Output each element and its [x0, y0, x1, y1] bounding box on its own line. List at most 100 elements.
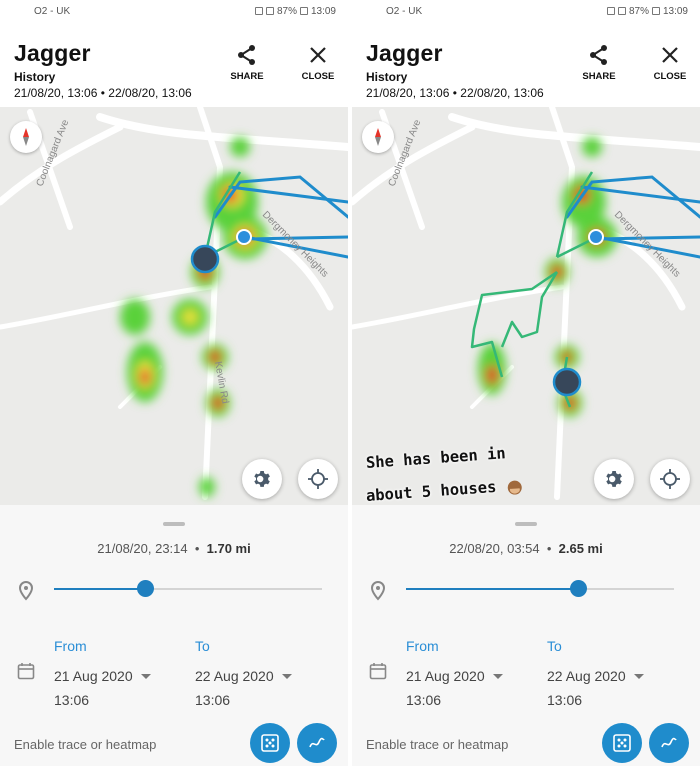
monkey-emoji-icon: [507, 480, 522, 495]
to-label: To: [547, 638, 562, 654]
enable-trace-heatmap-text: Enable trace or heatmap: [14, 737, 157, 752]
timestamp: 21/08/20, 23:14: [97, 541, 188, 556]
battery-icon: [651, 7, 660, 15]
my-location-button[interactable]: [298, 459, 338, 499]
slider-thumb[interactable]: [137, 580, 155, 597]
map-settings-button[interactable]: [594, 459, 634, 499]
history-panel: 22/08/20, 03:54 • 2.65 mi From To 21 Aug…: [352, 505, 700, 766]
trace-icon: [661, 737, 677, 748]
enable-trace-heatmap-text: Enable trace or heatmap: [366, 737, 509, 752]
from-date: 21 Aug 2020: [406, 668, 485, 684]
clock-text: 13:09: [662, 5, 688, 17]
close-button[interactable]: CLOSE: [645, 44, 695, 82]
share-icon: [590, 45, 607, 65]
location-pin-icon: [18, 581, 34, 601]
pet-avatar[interactable]: [552, 367, 582, 397]
timestamp: 22/08/20, 03:54: [449, 541, 540, 556]
map-view[interactable]: Coolnagard Ave Dergmoney Heights Kevlin …: [0, 107, 348, 505]
chevron-down-icon: [140, 673, 151, 679]
pet-avatar[interactable]: [190, 244, 220, 274]
heatmap-toggle-button[interactable]: [602, 723, 642, 763]
street-label: Dergmoney Heights: [260, 209, 330, 279]
share-button[interactable]: SHARE: [222, 44, 272, 82]
carrier-text: O2 - UK: [386, 5, 423, 17]
chevron-down-icon: [281, 673, 292, 679]
calendar-icon: [17, 663, 35, 680]
caption-line-2: about 5 houses: [365, 477, 497, 505]
close-icon: [310, 47, 326, 63]
slider-fill: [406, 588, 578, 590]
alarm-icon: [617, 7, 626, 15]
timeline-slider[interactable]: [54, 580, 322, 597]
to-time: 13:06: [547, 692, 583, 708]
close-icon: [662, 47, 678, 63]
map-view[interactable]: Coolnagard Ave Dergmoney Heights She has…: [352, 107, 700, 505]
drag-handle[interactable]: [163, 522, 185, 526]
chevron-down-icon: [492, 673, 503, 679]
battery-text: 87%: [276, 5, 297, 17]
street-label: Dergmoney Heights: [612, 209, 682, 279]
crosshair-icon: [660, 469, 680, 489]
compass-icon: [375, 128, 381, 146]
share-button[interactable]: SHARE: [574, 44, 624, 82]
compass-button[interactable]: [10, 121, 42, 153]
trace-toggle-button[interactable]: [297, 723, 337, 763]
nfc-icon: [254, 7, 263, 15]
trace-icon: [309, 737, 325, 748]
map-settings-button[interactable]: [242, 459, 282, 499]
from-time: 13:06: [54, 692, 90, 708]
timeline-slider[interactable]: [406, 580, 674, 597]
location-pin-icon: [370, 581, 386, 601]
gear-icon: [254, 471, 270, 487]
drag-handle[interactable]: [515, 522, 537, 526]
to-time: 13:06: [195, 692, 231, 708]
carrier-text: O2 - UK: [34, 5, 71, 17]
compass-button[interactable]: [362, 121, 394, 153]
trace-toggle-button[interactable]: [649, 723, 689, 763]
nfc-icon: [606, 7, 615, 15]
from-label: From: [54, 638, 87, 654]
battery-icon: [299, 7, 308, 15]
close-button[interactable]: CLOSE: [293, 44, 343, 82]
from-datetime-picker[interactable]: 21 Aug 2020 13:06: [406, 668, 503, 708]
heatmap-icon: [261, 734, 279, 752]
screen-right: O2 - UK 87% 13:09 Jagger History 21/08/2…: [352, 0, 700, 766]
heatmap-toggle-button[interactable]: [250, 723, 290, 763]
alarm-icon: [265, 7, 274, 15]
from-datetime-picker[interactable]: 21 Aug 2020 13:06: [54, 668, 151, 708]
heatmap-icon: [613, 734, 631, 752]
my-location-button[interactable]: [650, 459, 690, 499]
map-canvas: Coolnagard Ave Dergmoney Heights Kevlin …: [0, 107, 348, 500]
to-date: 22 Aug 2020: [547, 668, 626, 684]
crosshair-icon: [308, 469, 328, 489]
slider-fill: [54, 588, 146, 590]
chevron-down-icon: [633, 673, 644, 679]
to-datetime-picker[interactable]: 22 Aug 2020 13:06: [547, 668, 644, 708]
compass-icon: [23, 128, 29, 146]
from-time: 13:06: [406, 692, 442, 708]
close-label: CLOSE: [301, 71, 335, 82]
app-header: Jagger History 21/08/20, 13:06 • 22/08/2…: [0, 22, 348, 107]
from-label: From: [406, 638, 439, 654]
status-bar: O2 - UK 87% 13:09: [0, 0, 348, 22]
story-caption: She has been in about 5 houses: [365, 444, 525, 505]
calendar-icon: [369, 663, 387, 680]
screen-left: O2 - UK 87% 13:09 Jagger History 21/08/2…: [0, 0, 348, 766]
share-label: SHARE: [582, 71, 616, 82]
share-icon: [238, 45, 255, 65]
share-label: SHARE: [230, 71, 264, 82]
clock-text: 13:09: [310, 5, 336, 17]
date-range: 21/08/20, 13:06 • 22/08/20, 13:06: [14, 86, 192, 100]
track-summary: 21/08/20, 23:14 • 1.70 mi: [97, 541, 251, 556]
distance: 1.70 mi: [206, 541, 251, 556]
distance: 2.65 mi: [558, 541, 603, 556]
date-range: 21/08/20, 13:06 • 22/08/20, 13:06: [366, 86, 544, 100]
track-summary: 22/08/20, 03:54 • 2.65 mi: [449, 541, 603, 556]
status-bar: O2 - UK 87% 13:09: [352, 0, 700, 22]
app-header: Jagger History 21/08/20, 13:06 • 22/08/2…: [352, 22, 700, 107]
gear-icon: [606, 471, 622, 487]
close-label: CLOSE: [653, 71, 687, 82]
to-datetime-picker[interactable]: 22 Aug 2020 13:06: [195, 668, 292, 708]
slider-thumb[interactable]: [569, 580, 587, 597]
to-date: 22 Aug 2020: [195, 668, 274, 684]
